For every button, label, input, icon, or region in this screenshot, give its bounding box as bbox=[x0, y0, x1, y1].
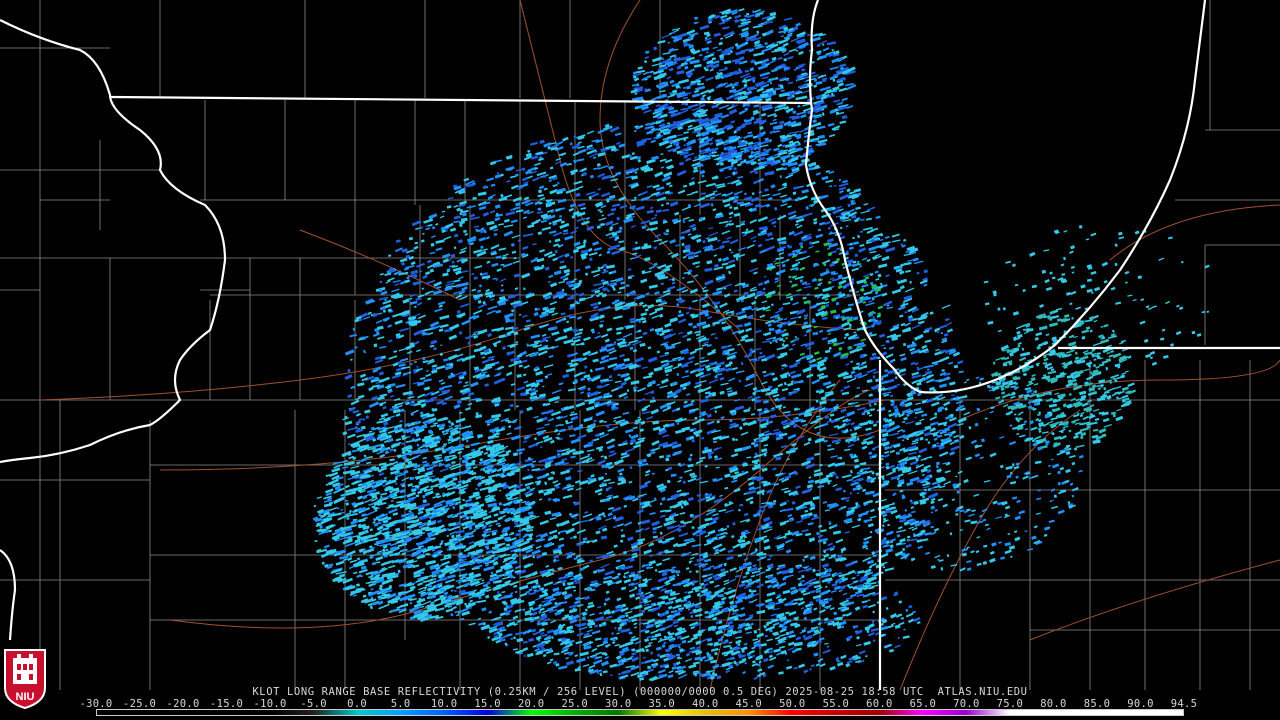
echo-pixel bbox=[458, 331, 463, 335]
echo-pixel bbox=[677, 462, 682, 467]
echo-pixel bbox=[654, 214, 658, 217]
echo-pixel bbox=[393, 448, 397, 452]
echo-pixel bbox=[507, 420, 511, 424]
echo-pixel bbox=[456, 310, 461, 314]
echo-pixel bbox=[464, 602, 467, 606]
echo-pixel bbox=[689, 453, 693, 457]
echo-pixel bbox=[847, 203, 851, 208]
echo-pixel bbox=[854, 253, 858, 257]
echo-pixel bbox=[647, 665, 652, 670]
echo-pixel bbox=[728, 248, 732, 252]
echo-pixel bbox=[554, 325, 558, 330]
echo-pixel bbox=[902, 547, 906, 552]
echo-pixel bbox=[534, 307, 538, 311]
echo-pixel bbox=[382, 309, 386, 313]
radar-map bbox=[0, 0, 1280, 720]
echo-pixel bbox=[838, 179, 842, 182]
echo-pixel bbox=[422, 356, 426, 361]
echo-pixel bbox=[757, 418, 761, 422]
echo-pixel bbox=[378, 288, 383, 293]
echo-pixel bbox=[753, 629, 758, 634]
echo-pixel bbox=[583, 239, 587, 243]
echo-pixel bbox=[618, 673, 621, 676]
echo-pixel bbox=[619, 226, 623, 230]
echo-pixel bbox=[516, 426, 520, 430]
echo-pixel bbox=[542, 174, 547, 178]
echo-pixel bbox=[530, 464, 535, 468]
echo-pixel bbox=[626, 389, 630, 392]
echo-pixel bbox=[694, 416, 698, 420]
